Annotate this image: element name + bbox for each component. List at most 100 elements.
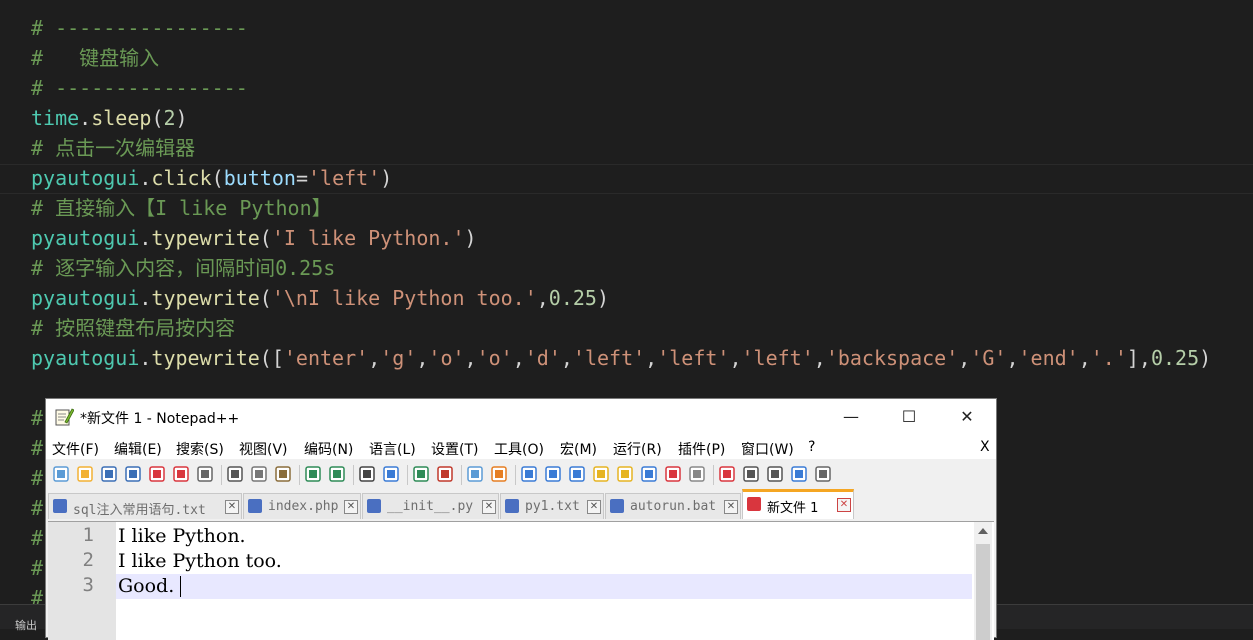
menu-plugins[interactable]: 插件(P) xyxy=(678,439,725,459)
vertical-scrollbar[interactable] xyxy=(974,522,992,640)
code-line[interactable]: pyautogui.typewrite(['enter','g','o','o'… xyxy=(31,343,1211,373)
open-file-icon[interactable] xyxy=(76,465,94,483)
save-macro-icon[interactable] xyxy=(814,465,832,483)
paste-icon[interactable] xyxy=(274,465,292,483)
tab-py1-txt[interactable]: py1.txt ✕ xyxy=(500,493,604,519)
run-macro-multiple-icon[interactable] xyxy=(790,465,808,483)
code-token: . xyxy=(139,226,152,250)
save-icon[interactable] xyxy=(100,465,118,483)
zoom-in-icon[interactable] xyxy=(412,465,430,483)
show-all-chars-icon[interactable] xyxy=(544,465,562,483)
code-line[interactable]: # 键盘输入 xyxy=(31,43,159,73)
text-editor-area[interactable]: 1 2 3 I like Python. I like Python too. … xyxy=(48,521,994,640)
code-line[interactable]: # ---------------- xyxy=(31,13,248,43)
scroll-up-icon[interactable] xyxy=(978,528,988,534)
menu-macro[interactable]: 宏(M) xyxy=(560,439,597,459)
find-icon[interactable] xyxy=(358,465,376,483)
partial-comment-hash: # xyxy=(31,496,44,520)
code-token: 0.25 xyxy=(1150,346,1200,370)
text-line[interactable]: I like Python too. xyxy=(118,549,282,574)
close-icon[interactable] xyxy=(148,465,166,483)
tab-close-icon[interactable]: ✕ xyxy=(482,500,496,514)
tab-close-icon[interactable]: ✕ xyxy=(344,500,358,514)
zoom-out-icon[interactable] xyxy=(436,465,454,483)
code-token: 'left' xyxy=(657,346,730,370)
tab-new-file-1[interactable]: 新文件 1 ✕ xyxy=(742,489,854,519)
title-bar[interactable]: *新文件 1 - Notepad++ — ☐ ✕ xyxy=(46,399,996,435)
close-all-icon[interactable] xyxy=(172,465,190,483)
partial-comment-hash: # xyxy=(31,556,44,580)
code-line[interactable]: # ---------------- xyxy=(31,73,248,103)
code-line[interactable]: pyautogui.typewrite('I like Python.') xyxy=(31,223,477,253)
text-line[interactable]: I like Python. xyxy=(118,524,246,549)
indent-guide-icon[interactable] xyxy=(568,465,586,483)
code-token: , xyxy=(416,346,429,370)
minimize-button[interactable]: — xyxy=(828,399,874,433)
new-file-icon[interactable] xyxy=(52,465,70,483)
tab-close-icon[interactable]: ✕ xyxy=(837,498,851,512)
toolbar-separator xyxy=(221,465,222,485)
partial-comment-hash: # xyxy=(31,406,44,430)
close-document-button[interactable]: X xyxy=(980,439,990,455)
output-panel-label[interactable]: 输出 xyxy=(15,617,37,633)
code-token: = xyxy=(295,166,308,190)
menu-window[interactable]: 窗口(W) xyxy=(741,439,794,459)
menu-edit[interactable]: 编辑(E) xyxy=(114,439,162,459)
notepadpp-window[interactable]: *新文件 1 - Notepad++ — ☐ ✕ 文件(F) 编辑(E) 搜索(… xyxy=(45,398,997,640)
record-macro-icon[interactable] xyxy=(718,465,736,483)
code-line[interactable]: # 逐字输入内容，间隔时间0.25s xyxy=(31,253,335,283)
copy-icon[interactable] xyxy=(250,465,268,483)
sync-vertical-icon[interactable] xyxy=(466,465,484,483)
folder-as-workspace-icon[interactable] xyxy=(664,465,682,483)
tab-init-py[interactable]: __init__.py ✕ xyxy=(362,493,499,519)
code-token: 'backspace' xyxy=(825,346,959,370)
code-token: pyautogui xyxy=(31,346,140,370)
close-window-button[interactable]: ✕ xyxy=(944,399,990,433)
play-macro-icon[interactable] xyxy=(766,465,784,483)
tab-sql-txt[interactable]: sql注入常用语句.txt ✕ xyxy=(48,493,242,519)
window-title: *新文件 1 - Notepad++ xyxy=(80,411,240,427)
close-icon: ✕ xyxy=(960,406,974,426)
tab-autorun-bat[interactable]: autorun.bat ✕ xyxy=(605,493,741,519)
partial-comment-hash: # xyxy=(31,526,44,550)
code-line[interactable]: # 直接输入【I like Python】 xyxy=(31,193,332,223)
stop-macro-icon[interactable] xyxy=(742,465,760,483)
code-line[interactable]: # 按照键盘布局按内容 xyxy=(31,313,235,343)
redo-icon[interactable] xyxy=(328,465,346,483)
menu-tools[interactable]: 工具(O) xyxy=(494,439,544,459)
tab-index-php[interactable]: index.php ✕ xyxy=(243,493,361,519)
code-token: 'g' xyxy=(380,346,417,370)
menu-run[interactable]: 运行(R) xyxy=(613,439,662,459)
maximize-button[interactable]: ☐ xyxy=(886,399,932,433)
tab-close-icon[interactable]: ✕ xyxy=(724,500,738,514)
code-token: # 键盘输入 xyxy=(31,46,160,70)
scrollbar-thumb[interactable] xyxy=(976,544,990,640)
menu-search[interactable]: 搜索(S) xyxy=(176,439,224,459)
menu-encoding[interactable]: 编码(N) xyxy=(304,439,353,459)
word-wrap-icon[interactable] xyxy=(520,465,538,483)
function-list-icon[interactable] xyxy=(640,465,658,483)
print-icon[interactable] xyxy=(196,465,214,483)
menu-language[interactable]: 语言(L) xyxy=(369,439,416,459)
menu-file[interactable]: 文件(F) xyxy=(52,439,99,459)
code-line[interactable]: pyautogui.typewrite('\nI like Python too… xyxy=(31,283,609,313)
menu-help[interactable]: ? xyxy=(808,439,815,455)
doc-map-icon[interactable] xyxy=(616,465,634,483)
menu-view[interactable]: 视图(V) xyxy=(239,439,288,459)
cut-icon[interactable] xyxy=(226,465,244,483)
code-line[interactable]: pyautogui.click(button='left') xyxy=(31,163,392,193)
code-line[interactable]: time.sleep(2) xyxy=(31,103,188,133)
minimize-icon: — xyxy=(843,406,859,426)
user-language-icon[interactable] xyxy=(592,465,610,483)
code-line[interactable]: # 点击一次编辑器 xyxy=(31,133,195,163)
sync-horizontal-icon[interactable] xyxy=(490,465,508,483)
text-line[interactable]: Good. xyxy=(118,574,174,599)
undo-icon[interactable] xyxy=(304,465,322,483)
tab-close-icon[interactable]: ✕ xyxy=(225,500,239,514)
save-all-icon[interactable] xyxy=(124,465,142,483)
replace-icon[interactable] xyxy=(382,465,400,483)
tab-close-icon[interactable]: ✕ xyxy=(587,500,601,514)
monitoring-icon[interactable] xyxy=(688,465,706,483)
menu-settings[interactable]: 设置(T) xyxy=(431,439,478,459)
line-number: 3 xyxy=(82,574,94,596)
